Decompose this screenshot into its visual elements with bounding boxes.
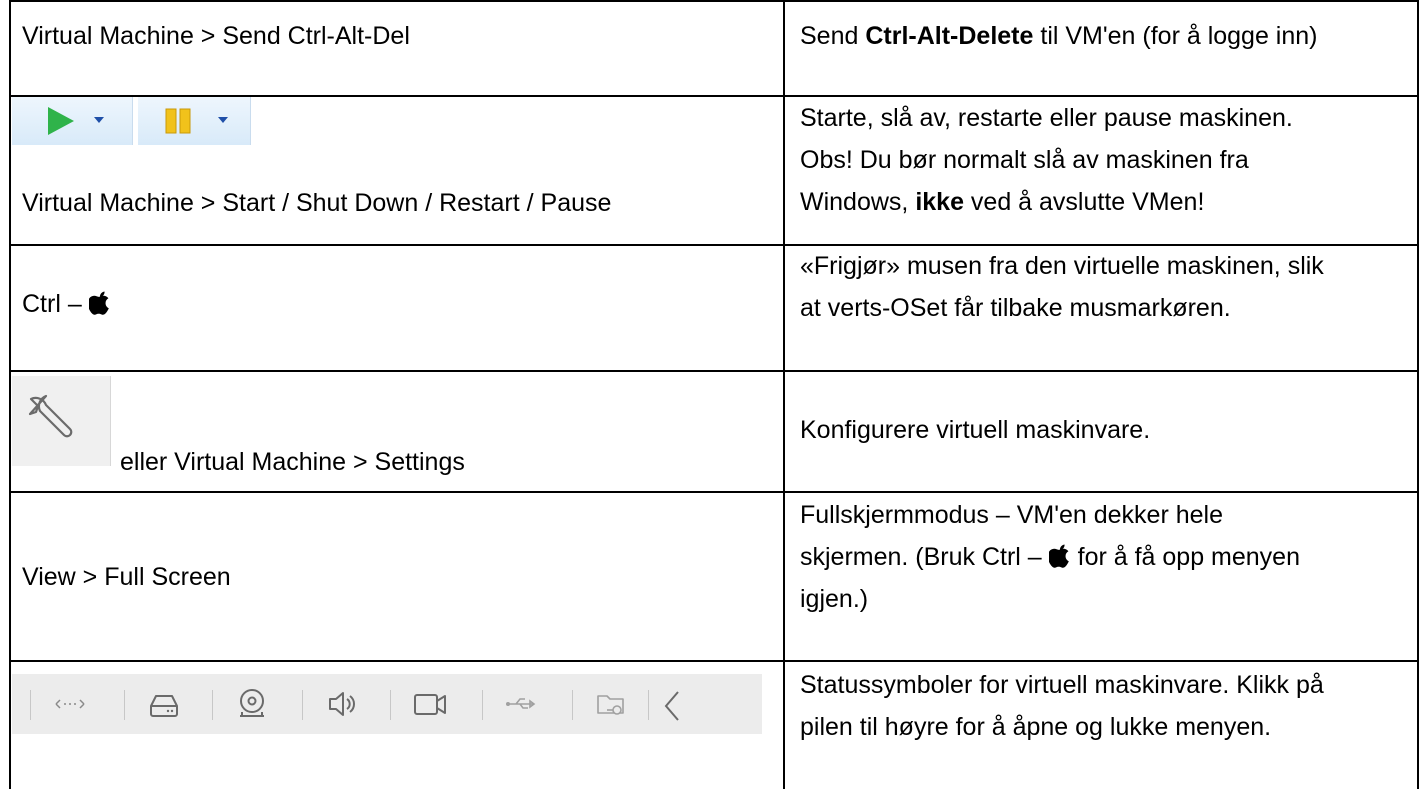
usb-icon[interactable] — [502, 686, 542, 722]
row6-right-line1: Statussymboler for virtuell maskinvare. … — [800, 671, 1324, 699]
sound-icon[interactable] — [322, 686, 362, 722]
row2-right-line1: Starte, slå av, restarte eller pause mas… — [800, 104, 1293, 132]
table-border-top — [9, 0, 1419, 2]
network-icon[interactable] — [50, 686, 90, 722]
column-divider — [783, 0, 785, 789]
separator — [572, 690, 573, 720]
row5-right-line1: Fullskjermmodus – VM'en dekker hele — [800, 501, 1223, 529]
play-dropdown-button[interactable] — [12, 97, 133, 145]
row3-right-line2: at verts-OSet får tilbake musmarkøren. — [800, 294, 1231, 322]
row4-left-text: eller Virtual Machine > Settings — [120, 448, 465, 476]
separator — [302, 690, 303, 720]
row5-right-line2: skjermen. (Bruk Ctrl – for å få opp meny… — [800, 543, 1300, 571]
play-icon — [48, 107, 104, 135]
row1-left-text: Virtual Machine > Send Ctrl-Alt-Del — [22, 22, 410, 50]
row2-right-line2: Obs! Du bør normalt slå av maskinen fra — [800, 146, 1249, 174]
collapse-arrow-icon[interactable] — [656, 686, 696, 722]
wrench-icon — [28, 394, 73, 438]
row3-left-text: Ctrl – — [22, 285, 111, 324]
row2-right-line3: Windows, ikke ved å avslutte VMen! — [800, 188, 1205, 216]
row5-left-text: View > Full Screen — [22, 563, 231, 591]
row-divider — [9, 491, 1419, 493]
row4-right-text: Konfigurere virtuell maskinvare. — [800, 416, 1151, 444]
pause-dropdown-button[interactable] — [138, 97, 251, 145]
table-border-left — [9, 0, 11, 789]
camera-icon[interactable] — [410, 686, 450, 722]
row5-right-line3: igjen.) — [800, 585, 869, 613]
row-divider — [9, 370, 1419, 372]
table-border-right — [1417, 0, 1419, 789]
row-divider — [9, 660, 1419, 662]
apple-icon — [87, 291, 109, 315]
separator — [648, 690, 649, 720]
apple-icon — [1047, 544, 1069, 568]
hard-disk-icon[interactable] — [144, 686, 184, 722]
row2-left-text: Virtual Machine > Start / Shut Down / Re… — [22, 189, 612, 217]
separator — [124, 690, 125, 720]
row3-right-line1: «Frigjør» musen fra den virtuelle maskin… — [800, 252, 1324, 280]
row-divider — [9, 244, 1419, 246]
separator — [482, 690, 483, 720]
vm-status-bar — [12, 674, 762, 734]
separator — [212, 690, 213, 720]
pause-icon — [165, 108, 228, 134]
settings-button[interactable] — [12, 376, 111, 466]
cd-dvd-icon[interactable] — [232, 686, 272, 722]
row6-right-line2: pilen til høyre for å åpne og lukke meny… — [800, 713, 1272, 741]
row1-right-text: Send Ctrl-Alt-Delete til VM'en (for å lo… — [800, 22, 1318, 50]
shared-folder-icon[interactable] — [592, 686, 632, 722]
separator — [390, 690, 391, 720]
separator — [30, 690, 31, 720]
